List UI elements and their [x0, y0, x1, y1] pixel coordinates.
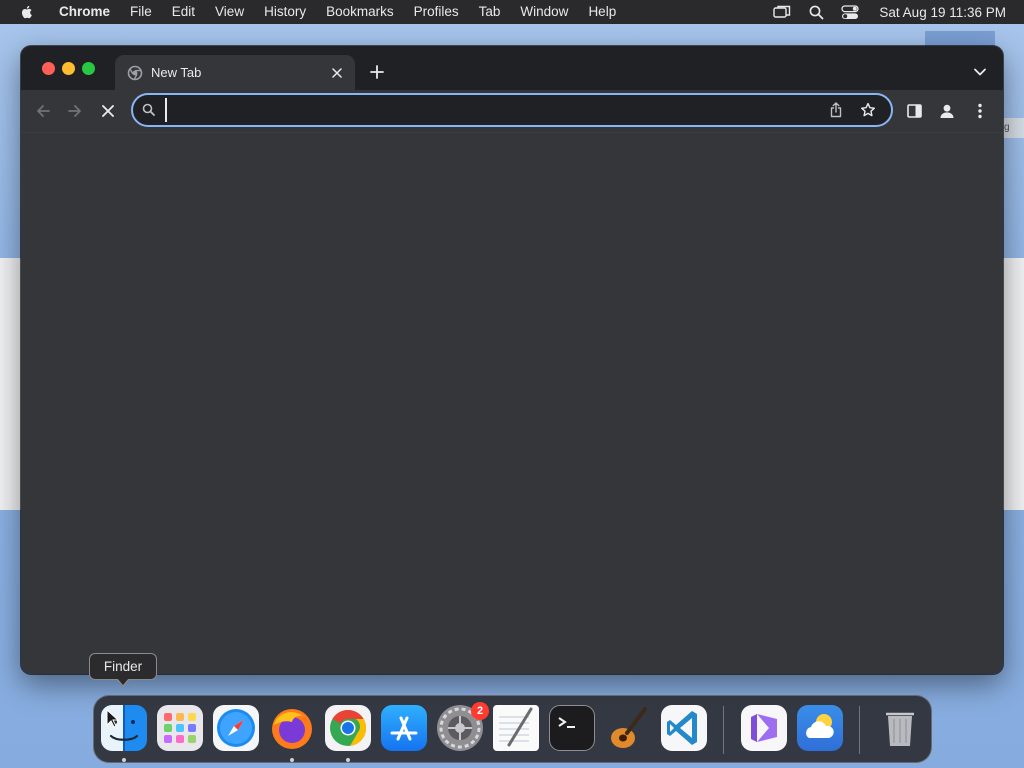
bookmark-star-icon[interactable]: [859, 101, 877, 119]
menu-tab[interactable]: Tab: [469, 0, 511, 24]
tab-title: New Tab: [151, 65, 202, 80]
chrome-newtab-icon: [127, 65, 143, 80]
menubar-clock[interactable]: Sat Aug 19 11:36 PM: [879, 5, 1006, 20]
kebab-menu-icon[interactable]: [971, 102, 989, 120]
browser-toolbar: [21, 90, 1003, 132]
dock-separator: [723, 706, 724, 754]
menu-profiles[interactable]: Profiles: [404, 0, 469, 24]
mouse-cursor-icon: [106, 709, 120, 728]
dock-separator: [859, 706, 860, 754]
stop-loading-button[interactable]: [97, 100, 119, 122]
menu-bookmarks[interactable]: Bookmarks: [316, 0, 404, 24]
running-indicator: [122, 758, 126, 762]
visual-studio-icon[interactable]: [741, 705, 787, 751]
new-tab-button[interactable]: [367, 62, 387, 82]
terminal-icon[interactable]: [549, 705, 595, 751]
address-bar[interactable]: [131, 93, 893, 127]
weather-icon[interactable]: [797, 705, 843, 751]
screen-mirroring-icon[interactable]: [773, 4, 791, 20]
menu-app-name[interactable]: Chrome: [53, 0, 120, 24]
close-window-button[interactable]: [42, 62, 55, 75]
share-icon[interactable]: [827, 101, 845, 119]
address-input[interactable]: [165, 98, 171, 122]
tab-strip: New Tab: [21, 46, 1003, 90]
forward-button[interactable]: [64, 100, 86, 122]
menu-edit[interactable]: Edit: [162, 0, 205, 24]
menu-help[interactable]: Help: [578, 0, 626, 24]
chrome-window: New Tab: [21, 46, 1003, 674]
menu-window[interactable]: Window: [510, 0, 578, 24]
plus-icon: [370, 65, 384, 79]
chrome-icon[interactable]: [325, 705, 371, 751]
garageband-icon[interactable]: [605, 705, 651, 751]
minimize-window-button[interactable]: [62, 62, 75, 75]
running-indicator: [346, 758, 350, 762]
running-indicator: [290, 758, 294, 762]
page-content[interactable]: [21, 132, 1003, 674]
textedit-icon[interactable]: [493, 705, 539, 751]
spotlight-search-icon[interactable]: [807, 4, 825, 20]
tab-search-button[interactable]: [973, 64, 989, 80]
apple-icon[interactable]: [19, 4, 35, 20]
profile-icon[interactable]: [938, 102, 956, 120]
forward-icon: [68, 105, 81, 117]
zoom-window-button[interactable]: [82, 62, 95, 75]
back-button[interactable]: [32, 100, 54, 122]
notification-badge: 2: [471, 702, 489, 720]
launchpad-icon[interactable]: [157, 705, 203, 751]
background-window-edge: [925, 31, 995, 47]
control-center-icon[interactable]: [841, 4, 860, 20]
chevron-down-icon: [974, 68, 986, 76]
tab-close-icon[interactable]: [329, 65, 345, 81]
background-window-peek: g: [1002, 118, 1024, 138]
dock: 2: [93, 695, 932, 763]
firefox-icon[interactable]: [269, 705, 315, 751]
stop-icon: [102, 105, 114, 117]
menu-bar: Chrome File Edit View History Bookmarks …: [0, 0, 1024, 24]
search-icon: [142, 103, 155, 116]
menu-history[interactable]: History: [254, 0, 316, 24]
menu-view[interactable]: View: [205, 0, 254, 24]
back-icon: [37, 105, 50, 117]
side-panel-icon[interactable]: [905, 102, 923, 120]
app-store-icon[interactable]: [381, 705, 427, 751]
menu-file[interactable]: File: [120, 0, 162, 24]
trash-icon[interactable]: [877, 705, 923, 751]
dock-tooltip: Finder: [89, 653, 157, 680]
safari-icon[interactable]: [213, 705, 259, 751]
vscode-icon[interactable]: [661, 705, 707, 751]
menubar-status-area: Sat Aug 19 11:36 PM: [773, 0, 1024, 24]
tab-new-tab[interactable]: New Tab: [115, 55, 355, 90]
